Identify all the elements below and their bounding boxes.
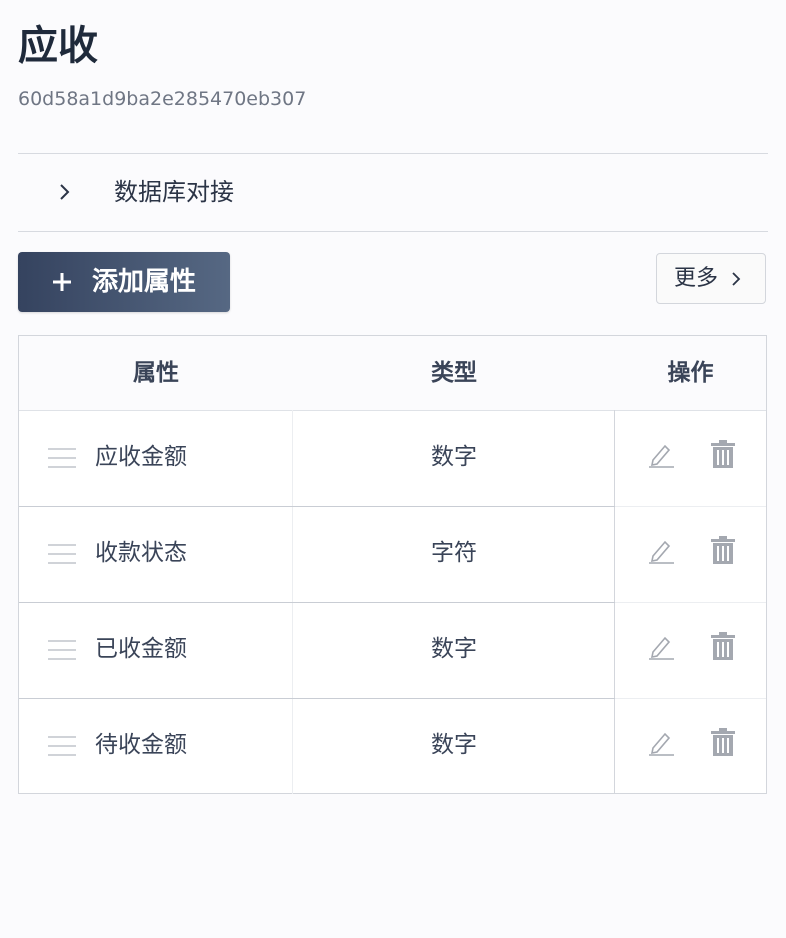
- drag-handle-icon[interactable]: [48, 543, 76, 565]
- database-connection-collapse[interactable]: 数据库对接: [18, 154, 768, 231]
- attribute-name: 待收金额: [95, 732, 187, 758]
- attribute-name: 应收金额: [95, 444, 187, 470]
- add-attribute-button[interactable]: 添加属性: [18, 252, 230, 312]
- column-header-actions: 操作: [667, 360, 714, 386]
- add-attribute-label: 添加属性: [92, 267, 197, 297]
- attribute-name: 已收金额: [95, 636, 187, 662]
- edit-pencil-icon[interactable]: [647, 440, 675, 468]
- drag-handle-icon[interactable]: [48, 735, 76, 757]
- entity-id: 60d58a1d9ba2e285470eb307: [18, 88, 307, 110]
- column-header-type: 类型: [431, 360, 477, 386]
- trash-icon[interactable]: [710, 631, 736, 661]
- trash-icon[interactable]: [710, 439, 736, 469]
- table-row: 待收金额 数字: [19, 698, 766, 794]
- table-row: 应收金额 数字: [19, 410, 766, 506]
- table-row: 已收金额 数字: [19, 602, 766, 698]
- drag-handle-icon[interactable]: [48, 447, 76, 469]
- attribute-type: 数字: [431, 636, 477, 662]
- trash-icon[interactable]: [710, 535, 736, 565]
- attributes-table: 属性 类型 操作 应收金额 数字 收款状态 字符 已收金额 数字 待收金额 数字: [18, 335, 767, 794]
- edit-pencil-icon[interactable]: [647, 536, 675, 564]
- attribute-type: 数字: [431, 444, 477, 470]
- page: 应收 60d58a1d9ba2e285470eb307 数据库对接 添加属性 更…: [0, 0, 786, 938]
- edit-pencil-icon[interactable]: [647, 728, 675, 756]
- attribute-type: 字符: [431, 540, 477, 566]
- divider-bottom: [18, 231, 768, 232]
- table-header: 属性 类型 操作: [19, 336, 766, 411]
- trash-icon[interactable]: [710, 727, 736, 757]
- collapse-label: 数据库对接: [114, 178, 234, 206]
- more-label: 更多: [674, 266, 719, 291]
- attribute-type: 数字: [431, 732, 477, 758]
- more-button[interactable]: 更多: [656, 253, 766, 304]
- column-header-attribute: 属性: [133, 360, 179, 386]
- chevron-right-icon: [60, 184, 70, 200]
- chevron-right-icon: [732, 272, 741, 286]
- edit-pencil-icon[interactable]: [647, 632, 675, 660]
- drag-handle-icon[interactable]: [48, 639, 76, 661]
- table-row: 收款状态 字符: [19, 506, 766, 602]
- page-title: 应收: [18, 23, 98, 69]
- plus-icon: [53, 273, 71, 291]
- attribute-name: 收款状态: [95, 540, 187, 566]
